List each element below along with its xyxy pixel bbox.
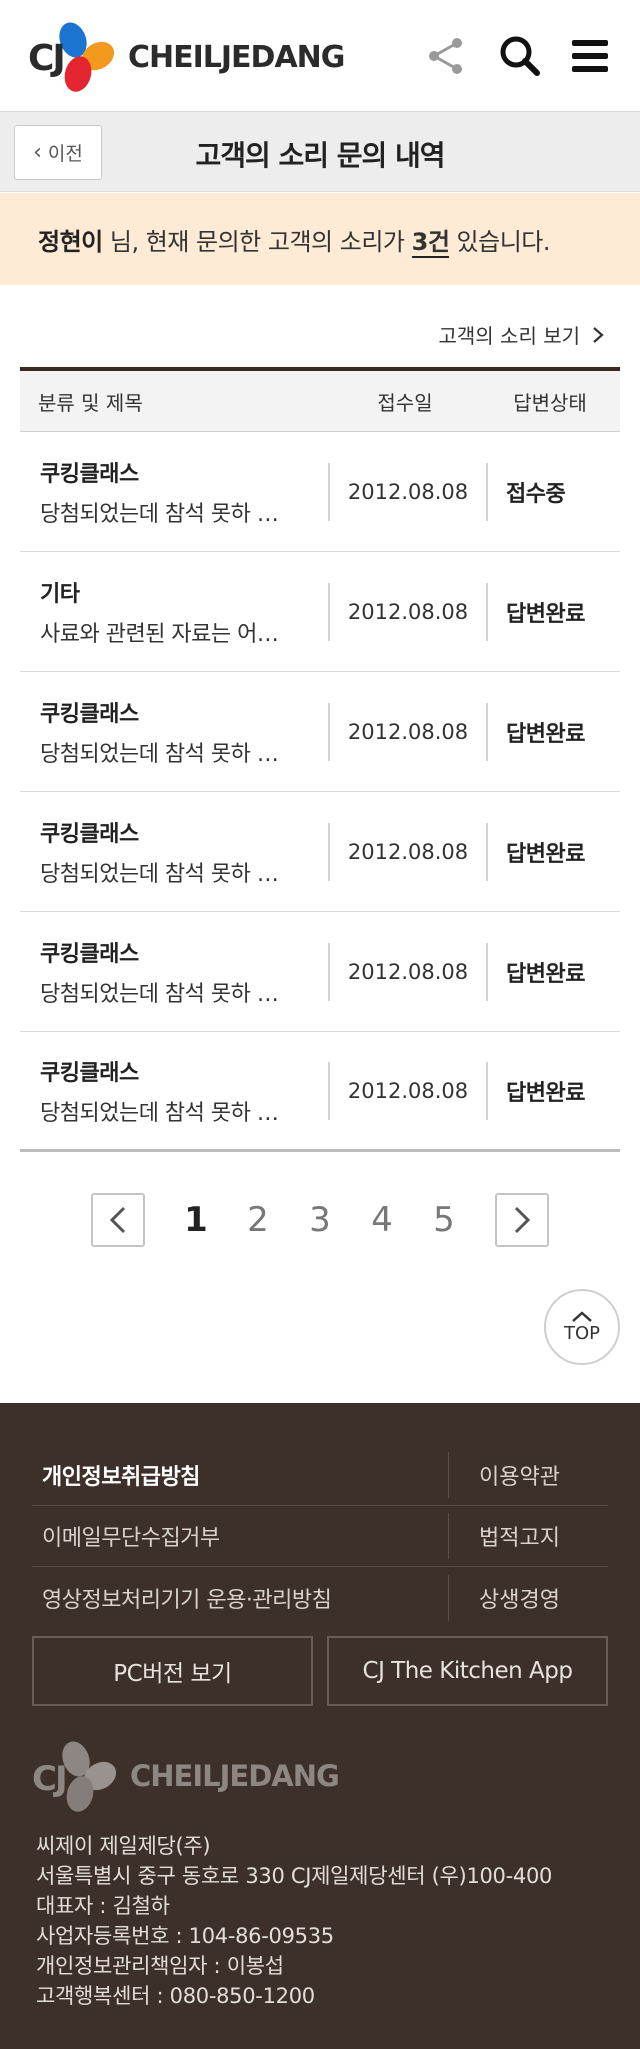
- footer-logo-cj-text: CJ: [32, 1759, 68, 1799]
- row-status: 답변완료: [506, 841, 585, 867]
- row-date: 2012.08.08: [347, 839, 469, 864]
- row-status: 답변완료: [506, 721, 585, 747]
- row-subject[interactable]: 당첨되었는데 참석 못하 …: [40, 496, 310, 528]
- row-date: 2012.08.08: [347, 479, 469, 504]
- table-row[interactable]: 기타 사료와 관련된 자료는 어… 2012.08.08 답변완료: [20, 552, 620, 672]
- footer-link-row: 이메일무단수집거부 법적고지: [32, 1506, 608, 1567]
- company-address: 서울특별시 중구 동호로 330 CJ제일제당센터 (우)100-400: [36, 1864, 553, 1888]
- share-icon[interactable]: [424, 34, 468, 78]
- column-header-status: 답변상태: [513, 390, 587, 415]
- inquiry-table: 분류 및 제목 접수일 답변상태 쿠킹클래스 당첨되었는데 참석 못하 … 20…: [20, 367, 620, 1152]
- row-title-cell: 쿠킹클래스 당첨되었는데 참석 못하 …: [20, 1055, 328, 1127]
- search-icon[interactable]: [498, 34, 542, 78]
- notice-text-after: 있습니다.: [449, 227, 551, 256]
- row-title-cell: 쿠킹클래스 당첨되었는데 참석 못하 …: [20, 816, 328, 888]
- page-5[interactable]: 5: [413, 1200, 475, 1240]
- shared-growth-link[interactable]: 상생경영: [449, 1582, 608, 1614]
- notice-text-before: 님, 현재 문의한 고객의 소리가: [102, 227, 412, 256]
- page-title: 고객의 소리 문의 내역: [195, 139, 445, 172]
- table-row[interactable]: 쿠킹클래스 당첨되었는데 참석 못하 … 2012.08.08 답변완료: [20, 912, 620, 1032]
- row-date: 2012.08.08: [347, 959, 469, 984]
- inquiry-count-notice: 정현이 님, 현재 문의한 고객의 소리가 3건 있습니다.: [0, 193, 640, 285]
- terms-link[interactable]: 이용약관: [449, 1459, 608, 1491]
- inquiry-count: 3건: [411, 227, 450, 258]
- chevron-left-icon: [109, 1206, 126, 1234]
- cctv-policy-link[interactable]: 영상정보처리기기 운용·관리방침: [32, 1582, 448, 1614]
- row-category: 쿠킹클래스: [40, 941, 139, 967]
- row-title-cell: 쿠킹클래스 당첨되었는데 참석 못하 …: [20, 936, 328, 1008]
- page-3[interactable]: 3: [289, 1200, 351, 1240]
- row-category: 쿠킹클래스: [40, 701, 139, 727]
- footer-buttons: PC버전 보기 CJ The Kitchen App: [32, 1636, 608, 1706]
- column-header-title: 분류 및 제목: [38, 390, 143, 415]
- customer-center: 고객행복센터 : 080-850-1200: [36, 1984, 315, 2008]
- user-name: 정현이: [38, 227, 103, 256]
- business-registration: 사업자등록번호 : 104-86-09535: [36, 1924, 334, 1948]
- chevron-right-icon: [514, 1206, 531, 1234]
- prev-page-button[interactable]: [91, 1193, 145, 1247]
- row-category: 쿠킹클래스: [40, 1060, 139, 1086]
- legal-notice-link[interactable]: 법적고지: [449, 1520, 608, 1552]
- row-title-cell: 쿠킹클래스 당첨되었는데 참석 못하 …: [20, 696, 328, 768]
- column-header-date: 접수일: [377, 390, 433, 415]
- menu-icon[interactable]: [568, 34, 612, 78]
- table-row[interactable]: 쿠킹클래스 당첨되었는데 참석 못하 … 2012.08.08 답변완료: [20, 1032, 620, 1152]
- logo-cj-text: CJ: [28, 38, 66, 79]
- row-subject[interactable]: 당첨되었는데 참석 못하 …: [40, 976, 310, 1008]
- footer-link-row: 영상정보처리기기 운용·관리방침 상생경영: [32, 1567, 608, 1628]
- row-title-cell: 기타 사료와 관련된 자료는 어…: [20, 576, 328, 648]
- view-link-label: 고객의 소리 보기: [438, 324, 580, 348]
- row-category: 쿠킹클래스: [40, 821, 139, 847]
- footer-link-row: 개인정보취급방침 이용약관: [32, 1445, 608, 1506]
- table-row[interactable]: 쿠킹클래스 당첨되었는데 참석 못하 … 2012.08.08 답변완료: [20, 672, 620, 792]
- logo-wordmark: CHEILJEDANG: [128, 40, 345, 75]
- pagination: 1 2 3 4 5: [0, 1192, 640, 1248]
- chevron-right-icon: [593, 326, 604, 343]
- title-bar: ‹ 이전 고객의 소리 문의 내역: [0, 112, 640, 192]
- row-category: 쿠킹클래스: [40, 461, 139, 487]
- next-page-button[interactable]: [495, 1193, 549, 1247]
- cj-cheiljedang-logo[interactable]: CJ CHEILJEDANG: [28, 14, 345, 98]
- page-1[interactable]: 1: [165, 1200, 227, 1240]
- row-status: 답변완료: [506, 961, 585, 987]
- email-collection-refusal-link[interactable]: 이메일무단수집거부: [32, 1520, 448, 1552]
- footer-logo-wordmark: CHEILJEDANG: [130, 1759, 340, 1793]
- footer-links: 개인정보취급방침 이용약관 이메일무단수집거부 법적고지 영상정보처리기기 운용…: [32, 1445, 608, 1628]
- footer: 개인정보취급방침 이용약관 이메일무단수집거부 법적고지 영상정보처리기기 운용…: [0, 1403, 640, 2049]
- row-subject[interactable]: 당첨되었는데 참석 못하 …: [40, 1095, 310, 1127]
- header: CJ CHEILJEDANG: [0, 0, 640, 112]
- privacy-officer: 개인정보관리책임자 : 이봉섭: [36, 1954, 284, 1978]
- row-date: 2012.08.08: [347, 599, 469, 624]
- row-subject[interactable]: 당첨되었는데 참석 못하 …: [40, 736, 310, 768]
- kitchen-app-button[interactable]: CJ The Kitchen App: [327, 1636, 608, 1706]
- company-info: 씨제이 제일제당(주) 서울특별시 중구 동호로 330 CJ제일제당센터 (우…: [36, 1831, 552, 2011]
- privacy-policy-link[interactable]: 개인정보취급방침: [32, 1459, 448, 1491]
- chevron-up-icon: [572, 1310, 592, 1322]
- row-category: 기타: [40, 581, 80, 607]
- page-2[interactable]: 2: [227, 1200, 289, 1240]
- page-4[interactable]: 4: [351, 1200, 413, 1240]
- top-button-label: TOP: [563, 1322, 601, 1344]
- row-status: 답변완료: [506, 601, 585, 627]
- pc-version-button[interactable]: PC버전 보기: [32, 1636, 313, 1706]
- company-name: 씨제이 제일제당(주): [36, 1834, 211, 1858]
- row-status: 답변완료: [506, 1080, 585, 1106]
- company-ceo: 대표자 : 김철하: [36, 1894, 170, 1918]
- table-row[interactable]: 쿠킹클래스 당첨되었는데 참석 못하 … 2012.08.08 접수중: [20, 432, 620, 552]
- row-title-cell: 쿠킹클래스 당첨되었는데 참석 못하 …: [20, 456, 328, 528]
- row-status: 접수중: [506, 481, 566, 507]
- row-subject[interactable]: 당첨되었는데 참석 못하 …: [40, 856, 310, 888]
- table-row[interactable]: 쿠킹클래스 당첨되었는데 참석 못하 … 2012.08.08 답변완료: [20, 792, 620, 912]
- row-subject[interactable]: 사료와 관련된 자료는 어…: [40, 616, 310, 648]
- scroll-to-top-button[interactable]: TOP: [544, 1289, 620, 1365]
- view-voice-of-customer-link[interactable]: 고객의 소리 보기: [438, 320, 604, 349]
- table-header: 분류 및 제목 접수일 답변상태: [20, 367, 620, 432]
- row-date: 2012.08.08: [347, 1078, 469, 1103]
- row-date: 2012.08.08: [347, 719, 469, 744]
- footer-logo: CJ CHEILJEDANG: [32, 1733, 340, 1819]
